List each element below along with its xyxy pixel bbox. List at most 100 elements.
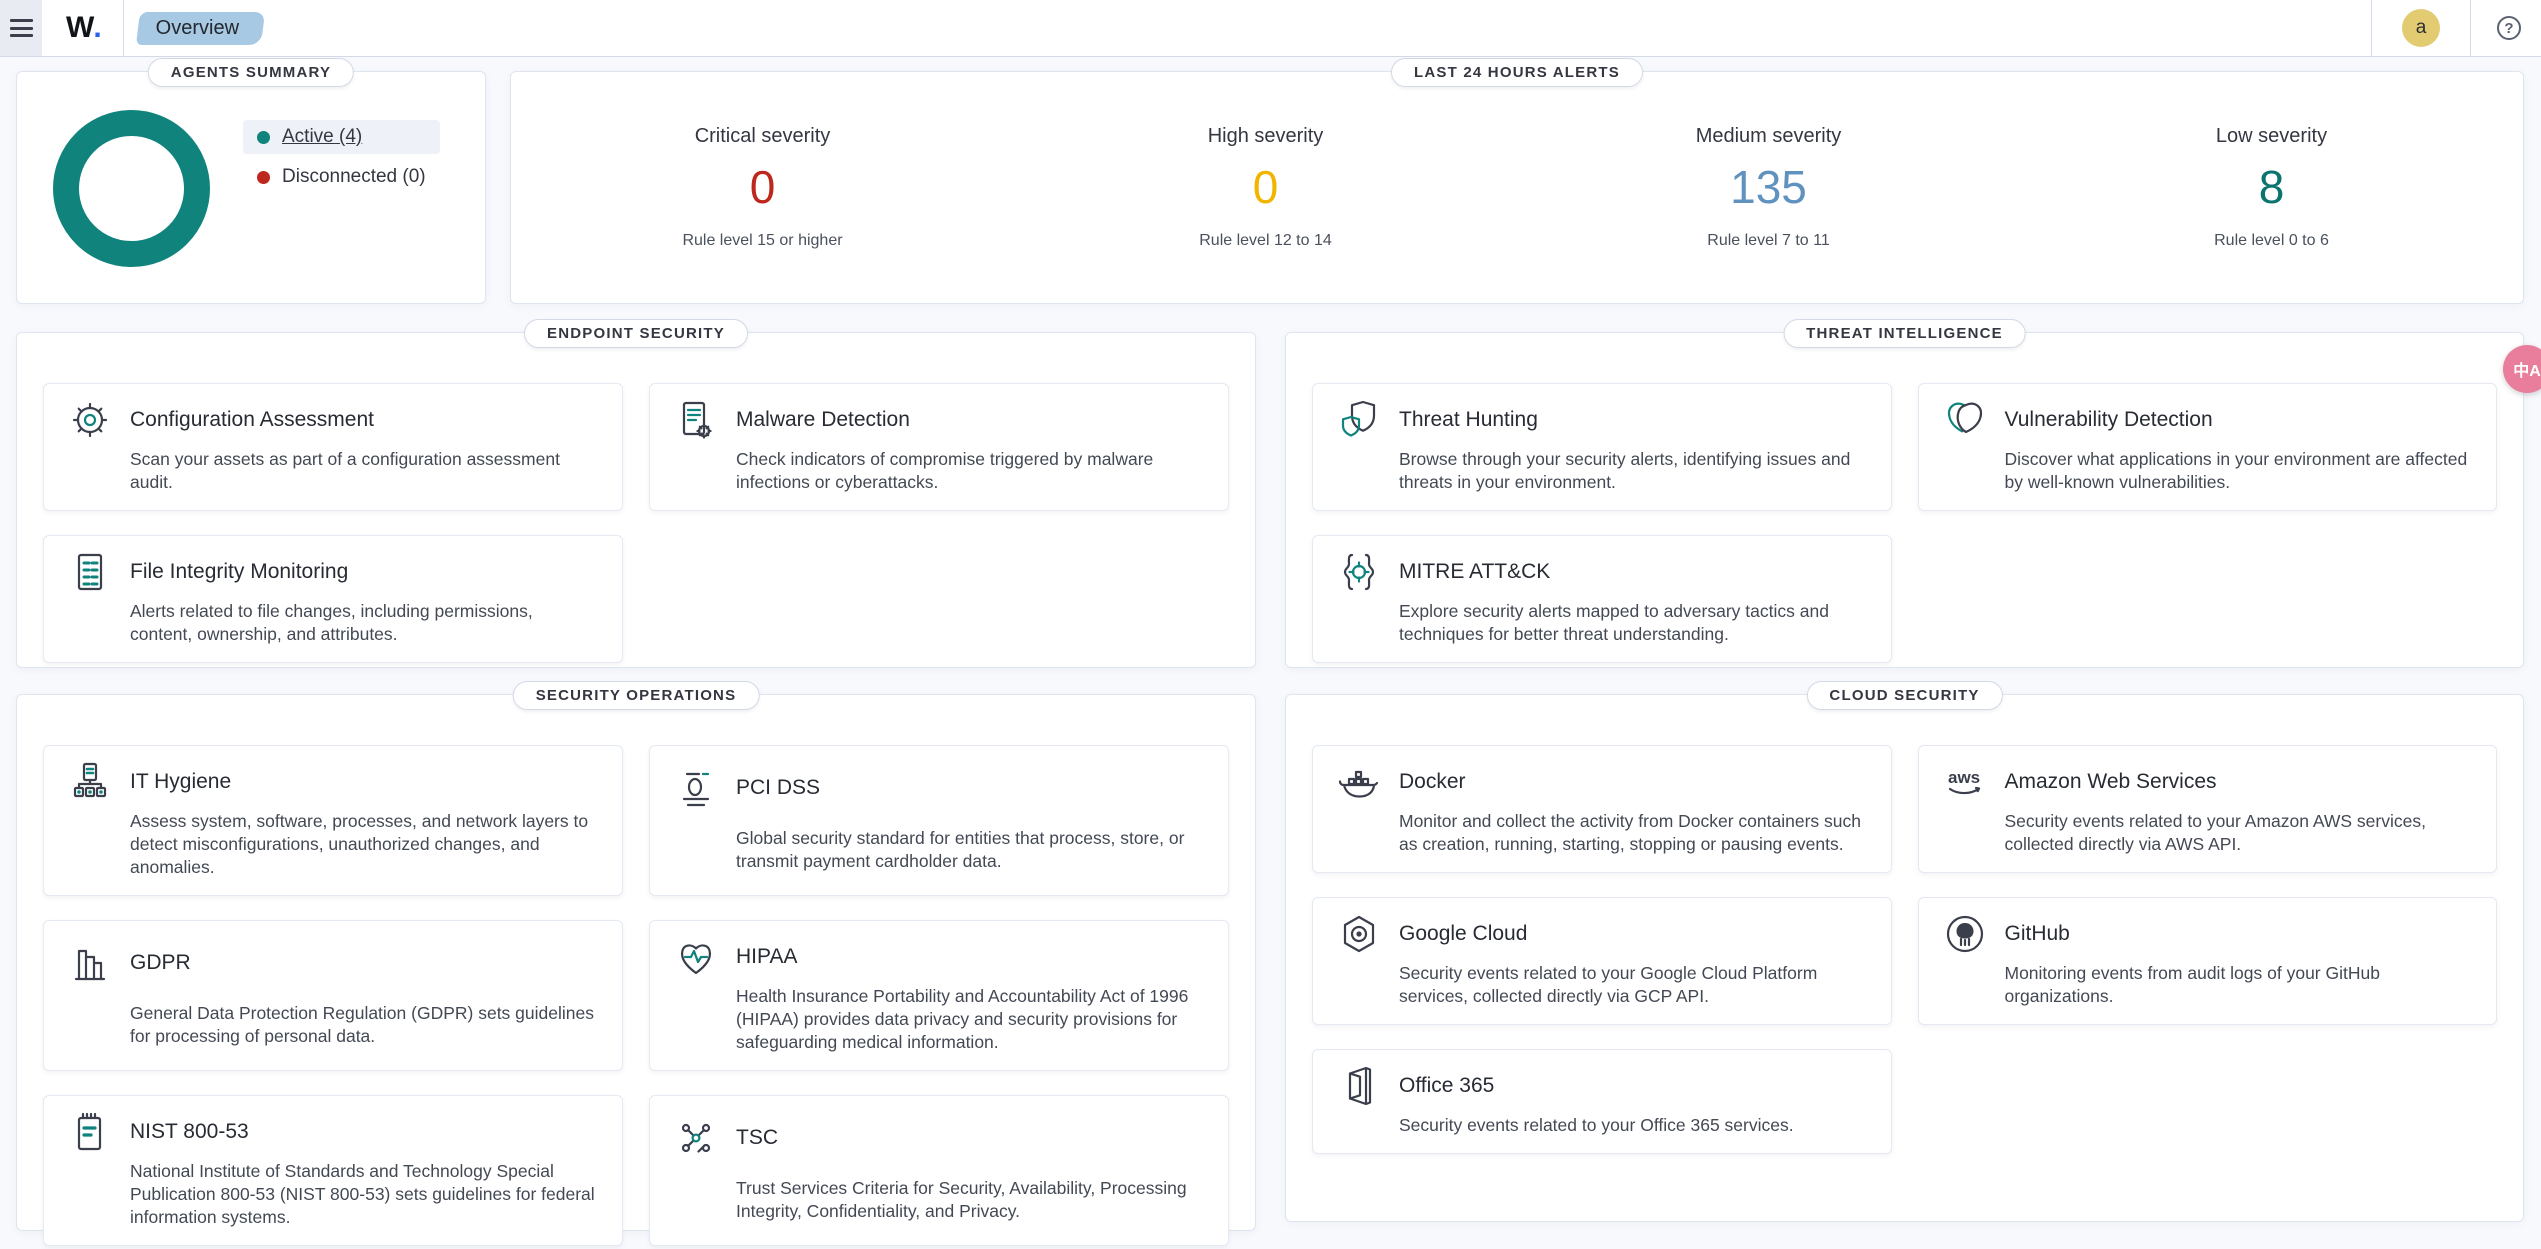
card-gdpr[interactable]: GDPR General Data Protection Regulation … xyxy=(43,920,623,1071)
card-title[interactable]: Malware Detection xyxy=(736,408,1204,432)
card-title[interactable]: TSC xyxy=(736,1126,1204,1150)
disconnected-dot-icon xyxy=(257,171,270,184)
wazuh-logo[interactable]: W. xyxy=(66,11,101,45)
pci-dss-icon xyxy=(674,766,718,810)
card-title[interactable]: Threat Hunting xyxy=(1399,408,1867,432)
github-icon xyxy=(1943,912,1987,956)
severity-title: Medium severity xyxy=(1517,125,2020,148)
card-title[interactable]: PCI DSS xyxy=(736,776,1204,800)
endpoint-security-panel: ENDPOINT SECURITY Configuration Assessme… xyxy=(16,332,1256,668)
it-hygiene-icon xyxy=(68,760,112,804)
card-nist-800-53[interactable]: NIST 800-53 National Institute of Standa… xyxy=(43,1095,623,1246)
svg-text:aws: aws xyxy=(1948,768,1980,787)
top-bar: W. Overview a ? xyxy=(0,0,2541,57)
severity-title: Critical severity xyxy=(511,125,1014,148)
card-title[interactable]: Google Cloud xyxy=(1399,922,1867,946)
google-cloud-icon xyxy=(1337,912,1381,956)
threat-intelligence-panel: THREAT INTELLIGENCE Threat Hunting Brows… xyxy=(1285,332,2524,668)
card-description: Trust Services Criteria for Security, Av… xyxy=(736,1171,1204,1225)
card-title[interactable]: Configuration Assessment xyxy=(130,408,598,432)
card-description: Discover what applications in your envir… xyxy=(2005,442,2473,496)
vulnerability-detection-icon xyxy=(1943,398,1987,442)
card-title[interactable]: File Integrity Monitoring xyxy=(130,560,598,584)
severity-count[interactable]: 135 xyxy=(1517,164,2020,210)
aws-icon: aws xyxy=(1943,760,1987,804)
severity-count[interactable]: 8 xyxy=(2020,164,2523,210)
card-tsc[interactable]: TSC Trust Services Criteria for Security… xyxy=(649,1095,1229,1246)
card-description: Security events related to your Office 3… xyxy=(1399,1108,1867,1139)
gdpr-icon xyxy=(68,941,112,985)
card-configuration-assessment[interactable]: Configuration Assessment Scan your asset… xyxy=(43,383,623,511)
topbar-right: a ? xyxy=(2371,0,2541,56)
card-amazon-web-services[interactable]: aws Amazon Web Services Security events … xyxy=(1918,745,2498,873)
card-title[interactable]: IT Hygiene xyxy=(130,770,598,794)
panel-label: ENDPOINT SECURITY xyxy=(524,319,748,348)
card-file-integrity-monitoring[interactable]: File Integrity Monitoring Alerts related… xyxy=(43,535,623,663)
severity-title: Low severity xyxy=(2020,125,2523,148)
severity-critical: Critical severity 0 Rule level 15 or hig… xyxy=(511,125,1014,250)
card-hipaa[interactable]: HIPAA Health Insurance Portability and A… xyxy=(649,920,1229,1071)
breadcrumb-overview-tab[interactable]: Overview xyxy=(138,12,263,45)
card-title[interactable]: Office 365 xyxy=(1399,1074,1867,1098)
card-vulnerability-detection[interactable]: Vulnerability Detection Discover what ap… xyxy=(1918,383,2498,511)
card-mitre-attack[interactable]: MITRE ATT&CK Explore security alerts map… xyxy=(1312,535,1892,663)
severity-rule-range: Rule level 7 to 11 xyxy=(1517,232,2020,250)
card-description: Browse through your security alerts, ide… xyxy=(1399,442,1867,496)
card-malware-detection[interactable]: Malware Detection Check indicators of co… xyxy=(649,383,1229,511)
card-title[interactable]: MITRE ATT&CK xyxy=(1399,560,1867,584)
card-title[interactable]: NIST 800-53 xyxy=(130,1120,598,1144)
card-description: Monitoring events from audit logs of you… xyxy=(2005,956,2473,1010)
card-github[interactable]: GitHub Monitoring events from audit logs… xyxy=(1918,897,2498,1025)
tsc-icon xyxy=(674,1116,718,1160)
hipaa-icon xyxy=(674,935,718,979)
security-operations-panel: SECURITY OPERATIONS IT Hygiene Assess sy… xyxy=(16,694,1256,1231)
card-pci-dss[interactable]: PCI DSS Global security standard for ent… xyxy=(649,745,1229,896)
card-description: Security events related to your Amazon A… xyxy=(2005,804,2473,858)
threat-hunting-icon xyxy=(1337,398,1381,442)
legend-item-active[interactable]: Active (4) xyxy=(243,120,440,154)
panel-label: AGENTS SUMMARY xyxy=(148,58,354,87)
severity-high: High severity 0 Rule level 12 to 14 xyxy=(1014,125,1517,250)
malware-detection-icon xyxy=(674,398,718,442)
help-icon[interactable]: ? xyxy=(2497,16,2521,40)
legend-item-disconnected[interactable]: Disconnected (0) xyxy=(243,160,440,194)
card-description: Scan your assets as part of a configurat… xyxy=(130,442,598,496)
card-title[interactable]: Amazon Web Services xyxy=(2005,770,2473,794)
mitre-attack-icon xyxy=(1337,550,1381,594)
avatar[interactable]: a xyxy=(2402,9,2440,47)
card-threat-hunting[interactable]: Threat Hunting Browse through your secur… xyxy=(1312,383,1892,511)
card-office-365[interactable]: Office 365 Security events related to yo… xyxy=(1312,1049,1892,1154)
card-google-cloud[interactable]: Google Cloud Security events related to … xyxy=(1312,897,1892,1025)
severity-low: Low severity 8 Rule level 0 to 6 xyxy=(2020,125,2523,250)
severity-count[interactable]: 0 xyxy=(511,164,1014,210)
office-365-icon xyxy=(1337,1064,1381,1108)
card-description: Check indicators of compromise triggered… xyxy=(736,442,1204,496)
menu-button[interactable] xyxy=(0,0,42,56)
card-description: Global security standard for entities th… xyxy=(736,821,1204,875)
severity-title: High severity xyxy=(1014,125,1517,148)
card-it-hygiene[interactable]: IT Hygiene Assess system, software, proc… xyxy=(43,745,623,896)
divider xyxy=(2371,0,2372,56)
panel-label: THREAT INTELLIGENCE xyxy=(1783,319,2026,348)
card-title[interactable]: Vulnerability Detection xyxy=(2005,408,2473,432)
card-title[interactable]: Docker xyxy=(1399,770,1867,794)
card-description: Assess system, software, processes, and … xyxy=(130,804,598,881)
legend-label: Disconnected (0) xyxy=(282,166,426,188)
divider xyxy=(2470,0,2471,56)
card-description: Security events related to your Google C… xyxy=(1399,956,1867,1010)
card-title[interactable]: GDPR xyxy=(130,951,598,975)
active-dot-icon xyxy=(257,131,270,144)
severity-count[interactable]: 0 xyxy=(1014,164,1517,210)
card-title[interactable]: GitHub xyxy=(2005,922,2473,946)
card-description: National Institute of Standards and Tech… xyxy=(130,1154,598,1231)
card-title[interactable]: HIPAA xyxy=(736,945,1204,969)
card-description: Explore security alerts mapped to advers… xyxy=(1399,594,1867,648)
agents-legend: Active (4) Disconnected (0) xyxy=(243,120,440,194)
card-description: General Data Protection Regulation (GDPR… xyxy=(130,996,598,1050)
card-description: Alerts related to file changes, includin… xyxy=(130,594,598,648)
card-docker[interactable]: Docker Monitor and collect the activity … xyxy=(1312,745,1892,873)
logo-dot: . xyxy=(93,11,100,44)
card-description: Health Insurance Portability and Account… xyxy=(736,979,1204,1056)
severity-medium: Medium severity 135 Rule level 7 to 11 xyxy=(1517,125,2020,250)
agents-donut-chart[interactable] xyxy=(53,110,210,267)
